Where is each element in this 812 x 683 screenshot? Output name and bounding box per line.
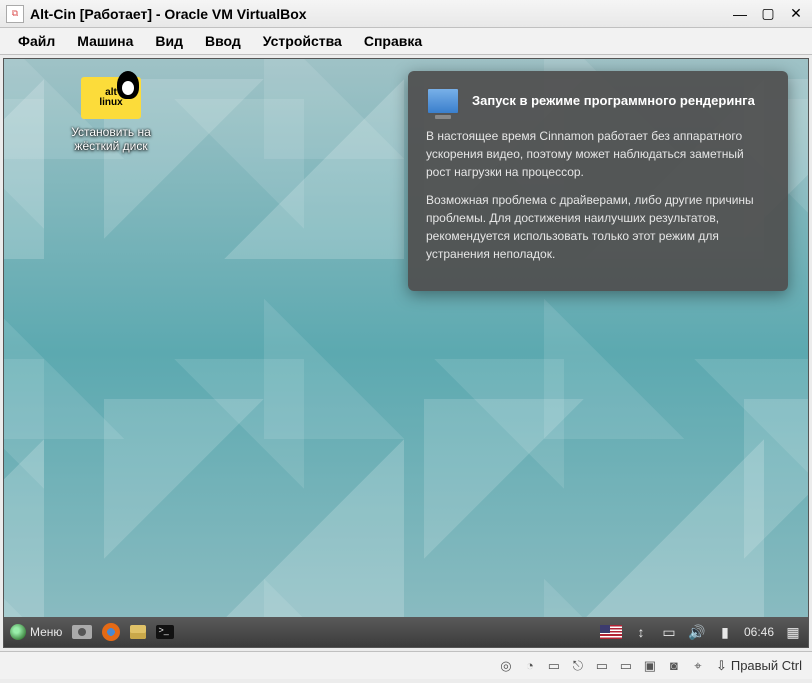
hostkey-arrow-icon: ⇩ xyxy=(716,658,727,674)
virtualbox-menubar: Файл Машина Вид Ввод Устройства Справка xyxy=(0,28,812,55)
video-capture-icon[interactable]: ▣ xyxy=(642,658,658,674)
virtualbox-titlebar: ⧉ Alt-Cin [Работает] - Oracle VM Virtual… xyxy=(0,0,812,28)
alt-linux-logo-icon: alt linux xyxy=(81,77,141,119)
network-adapter-icon[interactable]: ▭ xyxy=(546,658,562,674)
menu-file[interactable]: Файл xyxy=(8,30,65,52)
menu-input[interactable]: Ввод xyxy=(195,30,251,52)
keyboard-layout-indicator[interactable] xyxy=(600,625,622,639)
monitor-icon xyxy=(426,87,460,115)
taskbar-right: ↕ ▭ 🔊 ▮ 06:46 ▦ xyxy=(600,623,802,641)
camera-icon xyxy=(72,625,92,639)
notification-body-2: Возможная проблема с драйверами, либо др… xyxy=(426,191,770,263)
menu-label: Меню xyxy=(30,625,62,639)
notification-header: Запуск в режиме программного рендеринга xyxy=(426,87,770,115)
screenshot-launcher[interactable] xyxy=(72,625,92,639)
penguin-icon xyxy=(117,71,139,99)
terminal-launcher[interactable] xyxy=(156,625,174,639)
shared-folders-icon[interactable]: ▭ xyxy=(594,658,610,674)
menu-launcher-icon xyxy=(10,624,26,640)
sound-applet[interactable]: 🔊 xyxy=(688,623,706,641)
notification-title: Запуск в режиме программного рендеринга xyxy=(472,91,755,111)
flag-us-icon xyxy=(600,625,622,639)
notification-popup[interactable]: Запуск в режиме программного рендеринга … xyxy=(408,71,788,291)
recording-icon[interactable]: ◙ xyxy=(666,658,682,674)
usb-icon[interactable]: ⎋ xyxy=(570,658,586,674)
notification-body-1: В настоящее время Cinnamon работает без … xyxy=(426,127,770,181)
folder-icon xyxy=(130,625,146,639)
virtualbox-statusbar: ◎ ◔ ▭ ⎋ ▭ ▭ ▣ ◙ ⌖ ⇩ Правый Ctrl xyxy=(0,651,812,679)
virtualbox-app-icon: ⧉ xyxy=(6,5,24,23)
guest-taskbar: Меню ↕ ▭ 🔊 ▮ 06:46 ▦ xyxy=(4,617,808,647)
logo-text-2: linux xyxy=(99,98,122,108)
taskbar-left: Меню xyxy=(10,623,174,641)
menu-view[interactable]: Вид xyxy=(145,30,193,52)
menu-devices[interactable]: Устройства xyxy=(253,30,352,52)
menu-help[interactable]: Справка xyxy=(354,30,432,52)
close-button[interactable]: ✕ xyxy=(786,5,806,23)
terminal-icon xyxy=(156,625,174,639)
hard-disk-icon[interactable]: ◔ xyxy=(522,658,538,674)
window-title: Alt-Cin [Работает] - Oracle VM VirtualBo… xyxy=(30,6,724,22)
firefox-launcher[interactable] xyxy=(102,623,120,641)
window-controls: — ▢ ✕ xyxy=(730,5,806,23)
firefox-icon xyxy=(102,623,120,641)
desktop-icon-label: Установить на жёсткий диск xyxy=(56,125,166,153)
guest-display[interactable]: alt linux Установить на жёсткий диск Зап… xyxy=(3,58,809,648)
display-icon[interactable]: ▭ xyxy=(618,658,634,674)
host-key-indicator[interactable]: ⇩ Правый Ctrl xyxy=(716,658,802,674)
show-desktop-icon[interactable]: ▦ xyxy=(784,623,802,641)
minimize-button[interactable]: — xyxy=(730,5,750,23)
optical-drive-icon[interactable]: ◎ xyxy=(498,658,514,674)
statusbar-indicators: ◎ ◔ ▭ ⎋ ▭ ▭ ▣ ◙ ⌖ xyxy=(498,658,706,674)
hostkey-label: Правый Ctrl xyxy=(731,658,802,673)
maximize-button[interactable]: ▢ xyxy=(758,5,778,23)
mouse-integration-icon[interactable]: ⌖ xyxy=(690,658,706,674)
desktop-icon-install[interactable]: alt linux Установить на жёсткий диск xyxy=(56,77,166,153)
battery-applet[interactable]: ▮ xyxy=(716,623,734,641)
files-launcher[interactable] xyxy=(130,625,146,639)
menu-button[interactable]: Меню xyxy=(10,624,62,640)
disk-applet[interactable]: ▭ xyxy=(660,623,678,641)
network-applet[interactable]: ↕ xyxy=(632,623,650,641)
clock[interactable]: 06:46 xyxy=(744,625,774,639)
menu-machine[interactable]: Машина xyxy=(67,30,143,52)
